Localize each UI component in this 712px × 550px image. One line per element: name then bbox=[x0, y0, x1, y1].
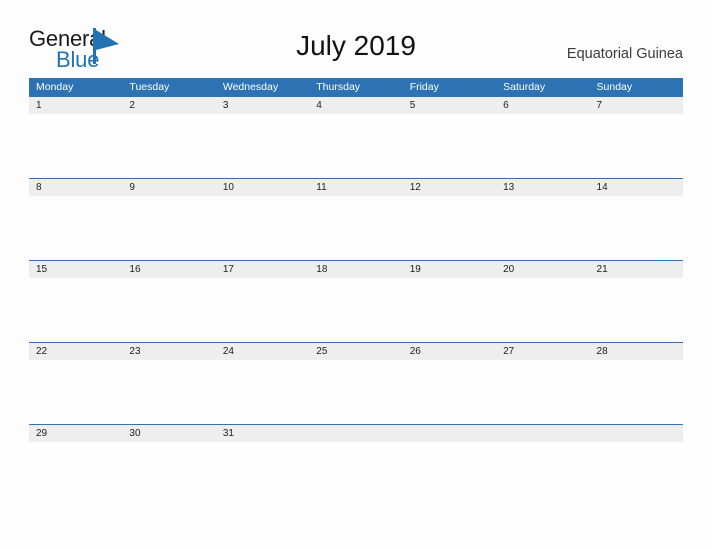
calendar-grid: Monday Tuesday Wednesday Thursday Friday… bbox=[29, 78, 683, 506]
date-cell[interactable]: 31 bbox=[216, 425, 309, 442]
date-cell[interactable]: 30 bbox=[122, 425, 215, 442]
event-cell[interactable] bbox=[309, 114, 402, 178]
event-cell[interactable] bbox=[122, 442, 215, 506]
week-event-area bbox=[29, 360, 683, 424]
event-cell[interactable] bbox=[496, 196, 589, 260]
date-cell[interactable]: 13 bbox=[496, 179, 589, 196]
week-event-area bbox=[29, 196, 683, 260]
event-cell[interactable] bbox=[403, 360, 496, 424]
date-cell[interactable]: 2 bbox=[122, 97, 215, 114]
event-cell[interactable] bbox=[29, 360, 122, 424]
date-cell[interactable]: 16 bbox=[122, 261, 215, 278]
event-cell bbox=[496, 442, 589, 506]
event-cell[interactable] bbox=[590, 196, 683, 260]
event-cell[interactable] bbox=[29, 278, 122, 342]
week-event-area bbox=[29, 278, 683, 342]
weekday-header-thursday: Thursday bbox=[316, 81, 361, 93]
weekday-header-wednesday: Wednesday bbox=[222, 81, 279, 93]
week-date-strip: 15 16 17 18 19 20 21 bbox=[29, 261, 683, 278]
date-cell[interactable]: 8 bbox=[29, 179, 122, 196]
weekday-header-sunday: Sunday bbox=[596, 81, 633, 93]
date-cell[interactable]: 5 bbox=[403, 97, 496, 114]
week-event-area bbox=[29, 442, 683, 506]
event-cell[interactable] bbox=[216, 278, 309, 342]
week-date-strip: 8 9 10 11 12 13 14 bbox=[29, 179, 683, 196]
date-cell[interactable]: 19 bbox=[403, 261, 496, 278]
date-cell[interactable]: 12 bbox=[403, 179, 496, 196]
event-cell[interactable] bbox=[590, 278, 683, 342]
event-cell[interactable] bbox=[216, 114, 309, 178]
date-cell[interactable]: 9 bbox=[122, 179, 215, 196]
weekday-header-friday: Friday bbox=[409, 81, 439, 93]
event-cell[interactable] bbox=[29, 442, 122, 506]
event-cell[interactable] bbox=[216, 360, 309, 424]
event-cell[interactable] bbox=[216, 196, 309, 260]
locale-label: Equatorial Guinea bbox=[566, 46, 683, 62]
event-cell[interactable] bbox=[403, 196, 496, 260]
date-cell[interactable]: 3 bbox=[216, 97, 309, 114]
date-cell[interactable]: 6 bbox=[496, 97, 589, 114]
week-row: 29 30 31 bbox=[29, 424, 683, 506]
week-date-strip: 1 2 3 4 5 6 7 bbox=[29, 97, 683, 114]
date-cell[interactable]: 14 bbox=[590, 179, 683, 196]
date-cell bbox=[496, 425, 589, 442]
week-event-area bbox=[29, 114, 683, 178]
weekday-header-tuesday: Tuesday bbox=[129, 81, 170, 93]
date-cell[interactable]: 23 bbox=[122, 343, 215, 360]
date-cell[interactable]: 18 bbox=[309, 261, 402, 278]
event-cell[interactable] bbox=[403, 278, 496, 342]
week-row: 15 16 17 18 19 20 21 bbox=[29, 260, 683, 342]
event-cell[interactable] bbox=[29, 114, 122, 178]
event-cell[interactable] bbox=[496, 278, 589, 342]
date-cell bbox=[403, 425, 496, 442]
event-cell bbox=[403, 442, 496, 506]
event-cell[interactable] bbox=[122, 278, 215, 342]
date-cell bbox=[309, 425, 402, 442]
event-cell[interactable] bbox=[122, 360, 215, 424]
date-cell[interactable]: 10 bbox=[216, 179, 309, 196]
date-cell[interactable]: 22 bbox=[29, 343, 122, 360]
week-row: 8 9 10 11 12 13 14 bbox=[29, 178, 683, 260]
week-date-strip: 22 23 24 25 26 27 28 bbox=[29, 343, 683, 360]
week-row: 1 2 3 4 5 6 7 bbox=[29, 96, 683, 178]
event-cell[interactable] bbox=[496, 114, 589, 178]
weekday-header-saturday: Saturday bbox=[503, 81, 546, 93]
event-cell[interactable] bbox=[590, 360, 683, 424]
date-cell[interactable]: 15 bbox=[29, 261, 122, 278]
date-cell[interactable]: 21 bbox=[590, 261, 683, 278]
date-cell bbox=[590, 425, 683, 442]
date-cell[interactable]: 20 bbox=[496, 261, 589, 278]
date-cell[interactable]: 17 bbox=[216, 261, 309, 278]
event-cell[interactable] bbox=[309, 278, 402, 342]
event-cell[interactable] bbox=[216, 442, 309, 506]
weekday-header-row: Monday Tuesday Wednesday Thursday Friday… bbox=[29, 78, 683, 96]
date-cell[interactable]: 27 bbox=[496, 343, 589, 360]
date-cell[interactable]: 1 bbox=[29, 97, 122, 114]
event-cell[interactable] bbox=[122, 196, 215, 260]
date-cell[interactable]: 28 bbox=[590, 343, 683, 360]
weekday-header-monday: Monday bbox=[36, 81, 74, 93]
week-date-strip: 29 30 31 bbox=[29, 425, 683, 442]
event-cell[interactable] bbox=[590, 114, 683, 178]
date-cell[interactable]: 26 bbox=[403, 343, 496, 360]
event-cell[interactable] bbox=[403, 114, 496, 178]
date-cell[interactable]: 4 bbox=[309, 97, 402, 114]
date-cell[interactable]: 24 bbox=[216, 343, 309, 360]
date-cell[interactable]: 29 bbox=[29, 425, 122, 442]
event-cell[interactable] bbox=[496, 360, 589, 424]
event-cell bbox=[590, 442, 683, 506]
event-cell[interactable] bbox=[29, 196, 122, 260]
date-cell[interactable]: 7 bbox=[590, 97, 683, 114]
date-cell[interactable]: 11 bbox=[309, 179, 402, 196]
date-cell[interactable]: 25 bbox=[309, 343, 402, 360]
event-cell bbox=[309, 442, 402, 506]
page-header: General Blue July 2019 Equatorial Guinea bbox=[0, 0, 712, 78]
event-cell[interactable] bbox=[309, 360, 402, 424]
event-cell[interactable] bbox=[309, 196, 402, 260]
event-cell[interactable] bbox=[122, 114, 215, 178]
week-row: 22 23 24 25 26 27 28 bbox=[29, 342, 683, 424]
